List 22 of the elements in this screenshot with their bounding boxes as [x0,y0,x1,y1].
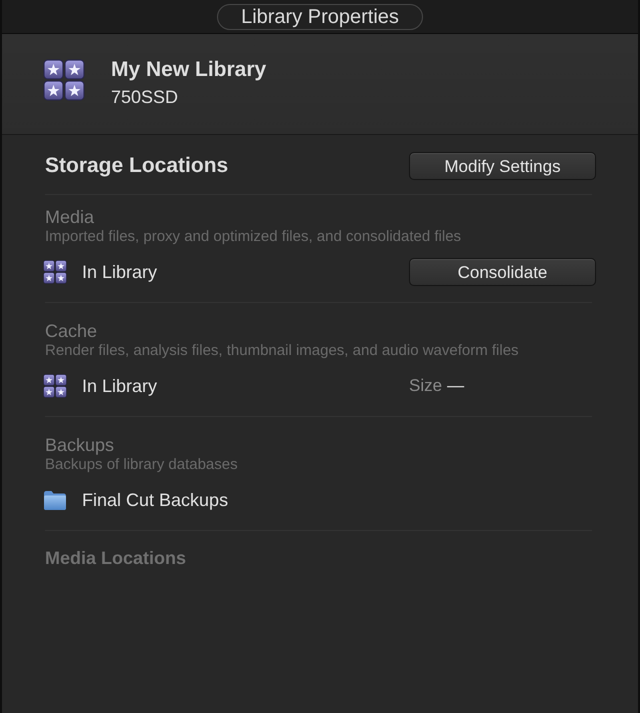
section-title: Media [45,206,96,228]
library-icon [43,59,85,101]
library-icon [43,374,67,398]
size-label: Size [409,375,442,397]
modify-settings-button[interactable]: Modify Settings [409,152,596,180]
library-volume: 750SSD [111,86,180,108]
section-description: Backups of library databases [45,456,239,474]
consolidate-button[interactable]: Consolidate [409,258,596,286]
library-icon [43,260,67,284]
section-description: Render files, analysis files, thumbnail images, and audio waveform files [45,342,520,360]
library-name: My New Library [111,58,266,82]
size-value: — [447,375,464,397]
window-title: Library Properties [217,4,423,30]
section-title: Cache [45,320,98,342]
folder-icon [43,490,67,510]
location-label: In Library [82,375,158,397]
location-label: Final Cut Backups [82,489,230,511]
location-label: In Library [82,261,158,283]
section-description: Imported files, proxy and optimized files, and consolidated files [45,228,462,246]
section-title: Backups [45,434,116,456]
storage-title: Storage Locations [45,153,228,179]
media-locations-title: Media Locations [45,547,186,569]
